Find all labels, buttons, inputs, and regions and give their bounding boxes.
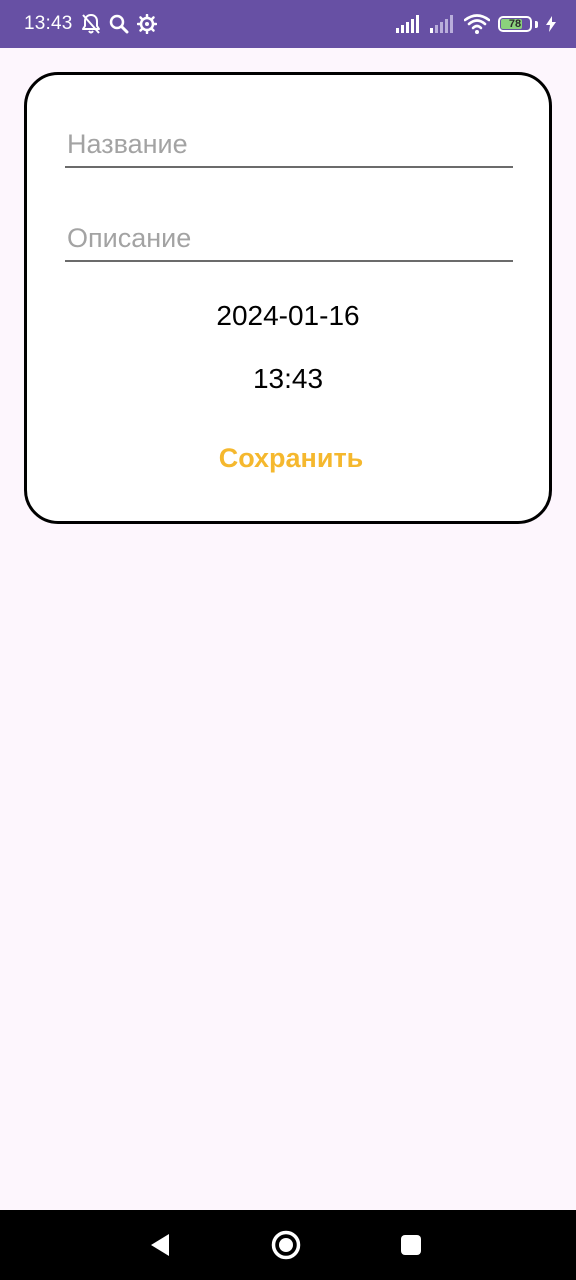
status-left: 13:43 (24, 13, 157, 35)
notifications-off-icon (81, 13, 101, 35)
event-card: 2024-01-16 13:43 Сохранить (24, 72, 552, 524)
search-icon (109, 14, 129, 34)
navigation-bar (0, 1210, 576, 1280)
home-icon[interactable] (258, 1217, 314, 1273)
back-icon[interactable] (132, 1217, 188, 1273)
title-field[interactable] (65, 118, 513, 168)
wifi-icon (464, 14, 490, 34)
time-picker-text[interactable]: 13:43 (27, 363, 549, 395)
status-time: 13:43 (24, 13, 73, 34)
settings-gear-icon (136, 14, 157, 34)
battery-body: 78 (498, 16, 532, 32)
battery-cap (535, 20, 538, 28)
signal-icon (396, 15, 422, 33)
title-input[interactable] (67, 129, 513, 160)
date-picker-text[interactable]: 2024-01-16 (27, 300, 549, 332)
status-right: 78 (396, 14, 556, 34)
signal-weak-icon (430, 15, 456, 33)
save-button[interactable]: Сохранить (191, 433, 391, 483)
charging-bolt-icon (546, 16, 556, 32)
description-field[interactable] (65, 212, 513, 262)
screen: 13:43 78 Название Описание 2024-01-16 13… (0, 0, 576, 1280)
recents-icon[interactable] (383, 1217, 439, 1273)
status-bar: 13:43 78 (0, 0, 576, 48)
battery-icon: 78 (498, 16, 538, 32)
battery-level: 78 (508, 17, 522, 30)
description-input[interactable] (67, 223, 513, 254)
